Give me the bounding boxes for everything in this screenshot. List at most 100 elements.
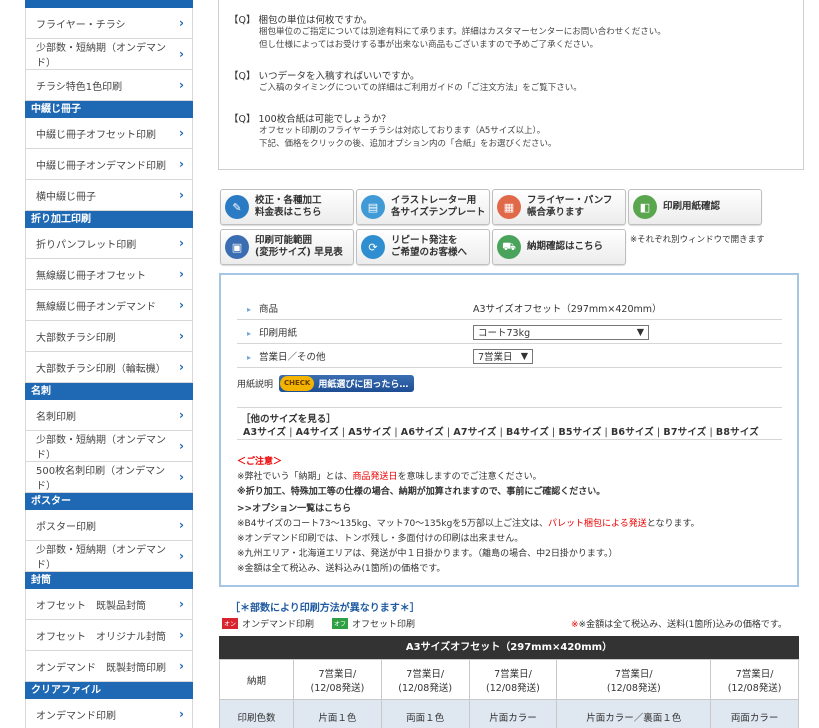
size-link[interactable]: A7サイズ [453, 427, 496, 438]
sidebar-item-label: 折りパンフレット印刷 [36, 239, 137, 251]
separator: | [394, 427, 398, 438]
size-link[interactable]: A5サイズ [348, 427, 391, 438]
paper-help-button[interactable]: CHECK 用紙選びに困ったら… [279, 375, 415, 392]
paper-desc-row: 用紙説明 CHECK 用紙選びに困ったら… [237, 375, 415, 392]
sidebar-heading: 中綴じ冊子 [25, 101, 193, 118]
collation-button[interactable]: ▦ フライヤー・パンフ 帳合承ります [492, 189, 626, 225]
sidebar-item-label: 大部数チラシ印刷（輪転機） [36, 363, 166, 375]
colors-label: 印刷色数 [219, 699, 294, 728]
sidebar-item-label: チラシ特色1色印刷 [36, 81, 123, 93]
sidebar-item[interactable]: オンデマンド印刷 › [25, 699, 193, 728]
sidebar-item[interactable]: 横中綴じ冊子 › [25, 180, 193, 211]
sidebar-item-label: 中綴じ冊子オンデマンド印刷 [36, 160, 166, 172]
paper-check-button[interactable]: ◧ 印刷用紙確認 [628, 189, 762, 225]
sidebar-heading: クリアファイル [25, 682, 193, 699]
sidebar-item[interactable]: 大部数チラシ印刷（輪転機） › [25, 352, 193, 383]
size-link[interactable]: B7サイズ [663, 427, 706, 438]
sidebar-item[interactable]: 折りパンフレット印刷 › [25, 228, 193, 259]
size-link[interactable]: A4サイズ [296, 427, 339, 438]
sidebar-item[interactable]: 無線綴じ冊子オフセット › [25, 259, 193, 290]
options-link[interactable]: >>オプション一覧はこちら [237, 502, 700, 517]
button-label: 印刷用紙確認 [663, 201, 721, 212]
sidebar-item-label: 中綴じ冊子オフセット印刷 [36, 129, 156, 141]
chevron-right-icon: › [179, 16, 184, 30]
sidebar-item[interactable]: 名刺印刷 › [25, 400, 193, 431]
dropdown-arrow-icon: ▼ [636, 326, 644, 338]
paper-icon: ◧ [633, 195, 657, 219]
sidebar-item-label: オンデマンド印刷 [36, 710, 116, 722]
caution-line-2: ※折り加工、特殊加工等の仕様の場合、納期が加算されますので、事前にご確認ください… [237, 487, 606, 497]
colors-cell: 片面カラー [468, 699, 558, 728]
chevron-right-icon: › [179, 659, 184, 673]
caution-text: となります。 [646, 519, 700, 529]
button-label: 印刷可能範囲 (変形サイズ) 早見表 [255, 235, 343, 258]
tax-note: ※※金額は全て税込み、送料(1箇所)込みの価格です。 [571, 620, 787, 630]
day-select-value: 7営業日 [478, 352, 513, 363]
button-label: フライヤー・パンフ 帳合承ります [527, 195, 613, 218]
chevron-right-icon: › [179, 78, 184, 92]
sidebar-item[interactable]: 大部数チラシ印刷 › [25, 321, 193, 352]
sidebar-item[interactable]: ポスター印刷 › [25, 510, 193, 541]
sidebar-item[interactable]: 中綴じ冊子オフセット印刷 › [25, 118, 193, 149]
faq-box: 【Q】 梱包の単位は何枚ですか。 梱包単位のご指定については別途有料にて承ります。… [218, 0, 804, 170]
sidebar-item[interactable]: 中綴じ冊子オンデマンド印刷 › [25, 149, 193, 180]
size-link[interactable]: B8サイズ [716, 427, 759, 438]
caution-text: ※弊社でいう「納期」とは、 [237, 472, 353, 482]
sidebar-item-label: 名刺印刷 [36, 411, 76, 423]
caution-line-6: ※金額は全て税込み、送料込み(1箇所)の価格です。 [237, 564, 446, 574]
sidebar-item[interactable]: 少部数・短納期（オンデマンド） › [25, 39, 193, 70]
sidebar-item[interactable]: 500枚名刺印刷（オンデマンド） › [25, 462, 193, 493]
delivery-label: 納期 [219, 659, 294, 700]
sidebar-item[interactable]: オンデマンド 既製封筒印刷 › [25, 651, 193, 682]
price-list-button[interactable]: ✎ 校正・各種加工 料金表はこちら [220, 189, 354, 225]
sidebar-item[interactable]: 少部数・短納期（オンデマンド） › [25, 541, 193, 572]
chevron-right-icon: › [179, 298, 184, 312]
chevron-right-icon: › [179, 408, 184, 422]
repeat-order-button[interactable]: ⟳ リピート発注を ご希望のお客様へ [356, 229, 490, 265]
paper-select-value: コート73kg [478, 328, 531, 339]
chevron-right-icon: › [179, 267, 184, 281]
sidebar-item-label: 無線綴じ冊子オンデマンド [36, 301, 156, 313]
price-table: 納期 7営業日/ (12/08発送) 7営業日/ (12/08発送) 7営業日/ (… [219, 659, 799, 728]
colors-cell: 片面１色 [293, 699, 382, 728]
sidebar-item[interactable]: 少部数・短納期（オンデマンド） › [25, 431, 193, 462]
day-select[interactable]: 7営業日 ▼ [473, 348, 533, 364]
delivery-cell: 7営業日/ (12/08発送) [468, 659, 558, 700]
sidebar-item[interactable]: オフセット オリジナル封筒 › [25, 620, 193, 651]
colors-cell: 両面カラー [710, 699, 799, 728]
faq-answer: 但し仕様によってはお受けする事が出来ない商品もございますので予めご了承ください。 [259, 40, 599, 50]
chevron-right-icon: › [179, 518, 184, 532]
sidebar-item-label: 横中綴じ冊子 [36, 191, 96, 203]
sidebar-item-label: 少部数・短納期（オンデマンド） [36, 435, 166, 461]
caution-line-1: ※弊社でいう「納期」とは、商品発送日を意味しますのでご注意ください。 [237, 470, 700, 485]
caution-line-3: ※B4サイズのコート73～135kg、マット70～135kgを5万部以上ご注文は… [237, 517, 700, 532]
chevron-right-icon: › [179, 126, 184, 140]
chevron-right-icon: › [179, 188, 184, 202]
sidebar-item[interactable]: 無線綴じ冊子オンデマンド › [25, 290, 193, 321]
sidebar-item[interactable]: フライヤー・チラシ › [25, 8, 193, 39]
size-link[interactable]: B4サイズ [506, 427, 549, 438]
other-sizes-title: ［他のサイズを見る］ [241, 414, 336, 425]
separator: | [499, 427, 503, 438]
product-label: 商品 [237, 301, 473, 315]
order-config-panel: 商品 A3サイズオフセット（297mm×420mm） 印刷用紙 コート73kg … [219, 273, 799, 587]
chevron-right-icon: › [179, 628, 184, 642]
size-link[interactable]: B5サイズ [558, 427, 601, 438]
sidebar-item-label: フライヤー・チラシ [36, 19, 126, 31]
print-area-button[interactable]: ▣ 印刷可能範囲 (変形サイズ) 早見表 [220, 229, 354, 265]
size-link[interactable]: A3サイズ [243, 427, 286, 438]
delivery-row: 納期 7営業日/ (12/08発送) 7営業日/ (12/08発送) 7営業日/ (… [219, 659, 799, 700]
template-button[interactable]: ▤ イラストレーター用 各サイズテンプレート [356, 189, 490, 225]
size-link[interactable]: A6サイズ [401, 427, 444, 438]
sidebar-item-label: オンデマンド 既製封筒印刷 [36, 662, 166, 674]
separator: | [604, 427, 608, 438]
size-link[interactable]: B6サイズ [611, 427, 654, 438]
caution-line-4: ※オンデマンド印刷では、トンボ残し・多面付けの印刷は出来ません。 [237, 534, 524, 544]
chevron-right-icon: › [179, 329, 184, 343]
offset-tag: オフ [332, 618, 349, 629]
sidebar-item[interactable]: チラシ特色1色印刷 › [25, 70, 193, 101]
product-value: A3サイズオフセット（297mm×420mm） [473, 304, 662, 315]
delivery-check-button[interactable]: ⛟ 納期確認はこちら [492, 229, 626, 265]
paper-select[interactable]: コート73kg ▼ [473, 324, 649, 340]
sidebar-item[interactable]: オフセット 既製品封筒 › [25, 589, 193, 620]
